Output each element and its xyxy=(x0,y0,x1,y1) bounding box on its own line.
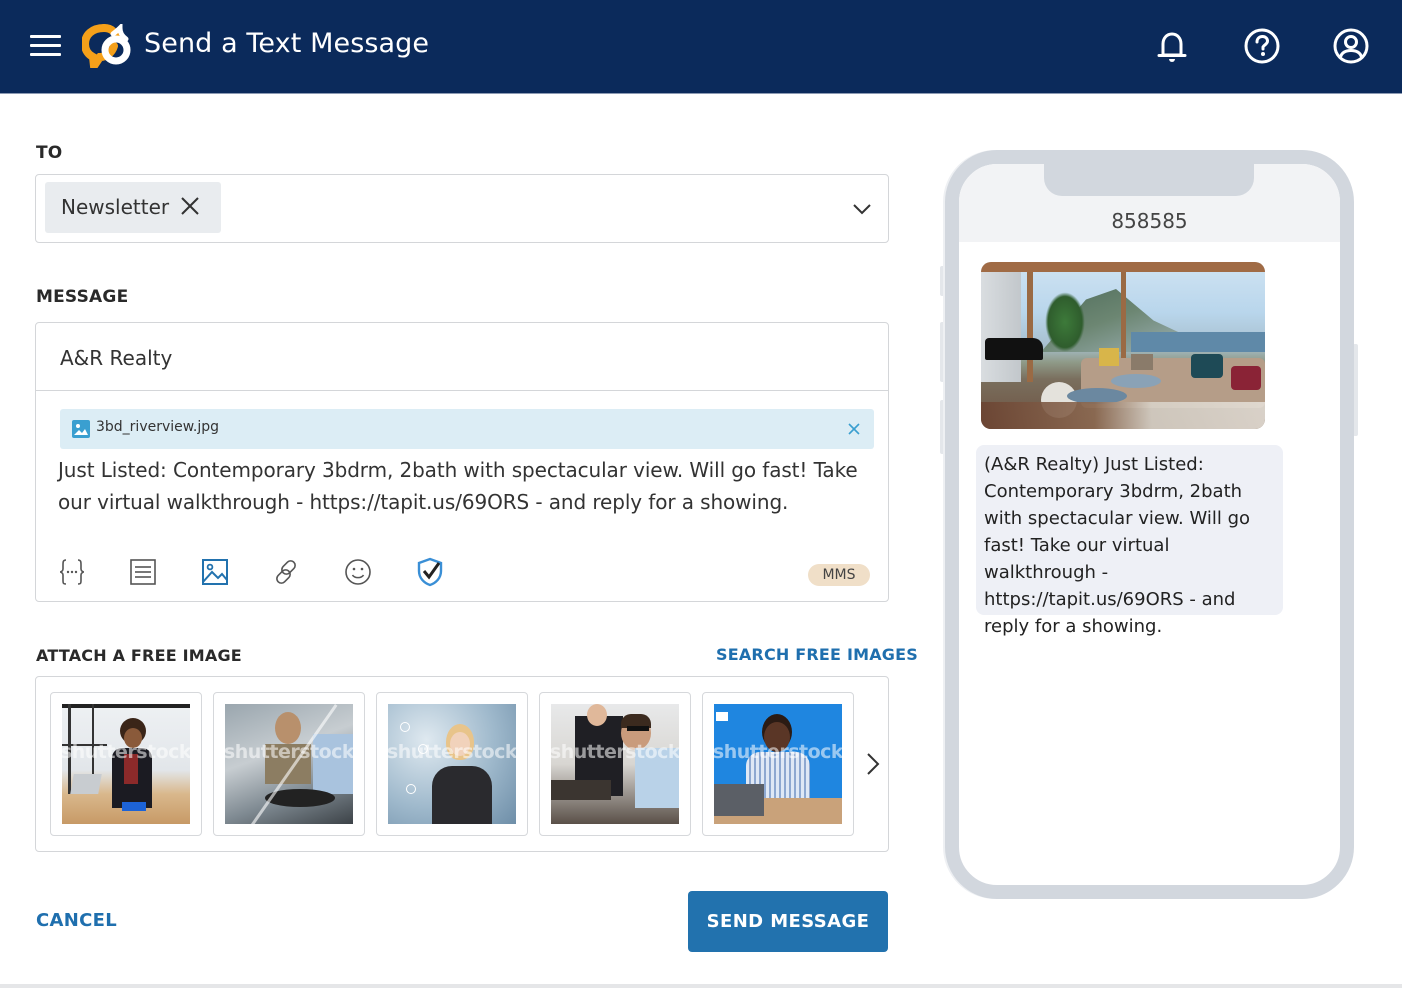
message-type-badge: MMS xyxy=(808,564,870,586)
preview-message-bubble: (A&R Realty) Just Listed: Contemporary 3… xyxy=(976,445,1283,637)
remove-recipient-icon[interactable] xyxy=(178,194,202,218)
recipient-chip: Newsletter xyxy=(45,182,221,233)
menu-icon[interactable] xyxy=(30,33,62,59)
free-image-thumbnail[interactable]: shutterstock xyxy=(539,692,691,836)
free-image-carousel: shutterstock shutterstock shutterstock s… xyxy=(35,676,889,852)
message-label: MESSAGE xyxy=(36,287,129,307)
watermark-text: shutterstock xyxy=(60,741,192,763)
sender-name-value: A&R Realty xyxy=(60,346,173,370)
free-image-thumbnail[interactable]: shutterstock xyxy=(376,692,528,836)
bell-icon[interactable] xyxy=(1152,26,1192,66)
link-icon[interactable] xyxy=(270,556,302,588)
phone-header: 858585 xyxy=(959,164,1340,242)
help-icon[interactable] xyxy=(1242,26,1282,66)
send-message-button[interactable]: SEND MESSAGE xyxy=(688,891,888,952)
compliance-shield-icon[interactable] xyxy=(414,556,446,588)
sender-name-field[interactable]: A&R Realty xyxy=(36,323,888,391)
top-navigation-bar: Send a Text Message xyxy=(0,0,1402,94)
merge-field-icon[interactable] xyxy=(56,556,88,588)
divider xyxy=(0,984,1402,988)
free-image-thumbnail[interactable]: shutterstock xyxy=(702,692,854,836)
image-file-icon xyxy=(72,420,90,438)
attach-free-image-label: ATTACH A FREE IMAGE xyxy=(36,646,242,665)
to-label: TO xyxy=(36,143,63,163)
watermark-text: shutterstock xyxy=(386,741,518,763)
free-image-thumbnail[interactable]: shutterstock xyxy=(50,692,202,836)
watermark-text: shutterstock xyxy=(549,741,681,763)
image-icon[interactable] xyxy=(199,556,231,588)
cancel-button[interactable]: CANCEL xyxy=(36,910,117,931)
message-composer: A&R Realty 3bd_riverview.jpg Just Listed… xyxy=(35,322,889,602)
attachment-bar: 3bd_riverview.jpg xyxy=(60,409,874,449)
emoji-icon[interactable] xyxy=(342,556,374,588)
chevron-right-icon[interactable] xyxy=(862,751,884,777)
remove-attachment-icon[interactable] xyxy=(846,421,862,437)
watermark-text: shutterstock xyxy=(712,741,844,763)
chevron-down-icon[interactable] xyxy=(850,197,874,221)
free-image-thumbnail[interactable]: shutterstock xyxy=(213,692,365,836)
preview-mms-image xyxy=(981,262,1265,429)
template-icon[interactable] xyxy=(127,556,159,588)
preview-message-text: (A&R Realty) Just Listed: Contemporary 3… xyxy=(984,454,1251,637)
attachment-filename: 3bd_riverview.jpg xyxy=(96,419,220,435)
sender-short-code: 858585 xyxy=(1111,209,1188,233)
account-icon[interactable] xyxy=(1331,26,1371,66)
search-free-images-link[interactable]: SEARCH FREE IMAGES xyxy=(716,645,918,664)
recipient-select[interactable]: Newsletter xyxy=(35,174,889,243)
page-title: Send a Text Message xyxy=(144,28,430,59)
phone-notch xyxy=(1044,164,1254,196)
recipient-chip-label: Newsletter xyxy=(61,195,170,219)
logo-icon xyxy=(80,21,138,78)
message-body-input[interactable]: Just Listed: Contemporary 3bdrm, 2bath w… xyxy=(58,454,868,518)
watermark-text: shutterstock xyxy=(223,741,355,763)
message-preview-phone: 858585 (A&R Realty) Just Listed: Contemp… xyxy=(945,150,1354,899)
